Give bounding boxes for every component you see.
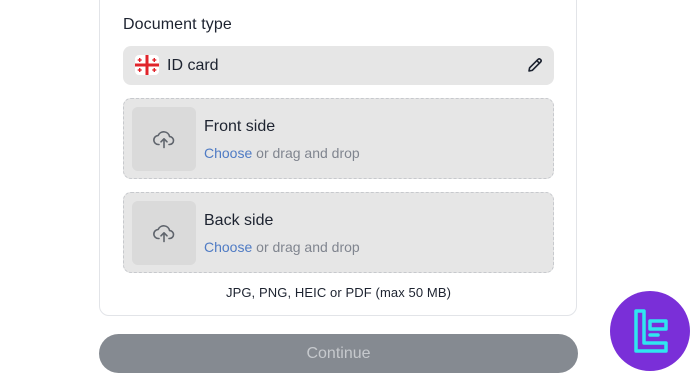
back-choose-link[interactable]: Choose xyxy=(204,239,252,255)
continue-button[interactable]: Continue xyxy=(99,334,578,373)
front-side-dropzone[interactable]: Front side Choose or drag and drop xyxy=(123,98,554,179)
cloud-upload-icon xyxy=(153,131,175,149)
accepted-formats-note: JPG, PNG, HEIC or PDF (max 50 MB) xyxy=(225,285,452,300)
back-drag-text: or drag and drop xyxy=(252,239,360,255)
back-upload-thumbnail xyxy=(132,201,196,265)
document-type-select[interactable]: ID card xyxy=(123,46,554,85)
selected-document-type: ID card xyxy=(167,57,219,74)
back-side-instructions: Choose or drag and drop xyxy=(204,239,360,255)
cloud-upload-icon xyxy=(153,225,175,243)
back-side-dropzone[interactable]: Back side Choose or drag and drop xyxy=(123,192,554,273)
front-drag-text: or drag and drop xyxy=(252,145,360,161)
document-type-heading: Document type xyxy=(123,16,232,33)
brand-logo-icon xyxy=(610,291,690,371)
georgia-flag-icon xyxy=(135,55,159,75)
front-upload-thumbnail xyxy=(132,107,196,171)
front-side-instructions: Choose or drag and drop xyxy=(204,145,360,161)
front-choose-link[interactable]: Choose xyxy=(204,145,252,161)
pencil-icon[interactable] xyxy=(526,56,544,74)
front-side-title: Front side xyxy=(204,118,276,135)
back-side-title: Back side xyxy=(204,212,274,229)
